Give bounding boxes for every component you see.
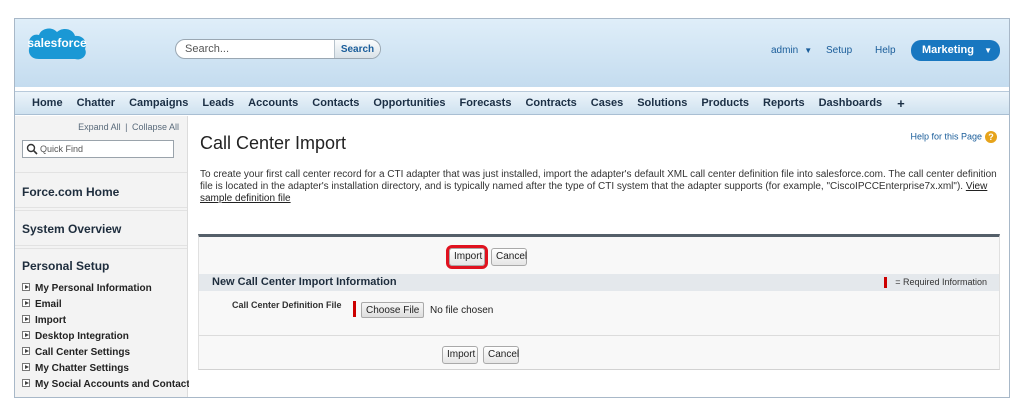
app-window: salesforce Search admin ▼ Setup Help Mark… — [14, 18, 1010, 398]
chevron-down-icon: ▼ — [984, 46, 992, 55]
sidebar-section-personal-setup: Personal Setup My Personal Information E… — [15, 248, 195, 397]
sidebar-item-import[interactable]: Import — [22, 313, 195, 329]
import-button-bottom[interactable]: Import — [442, 346, 478, 364]
logo-text: salesforce — [27, 36, 87, 50]
tab-products[interactable]: Products — [694, 92, 756, 115]
global-search: Search — [175, 39, 381, 59]
page-description: To create your first call center record … — [200, 169, 1000, 205]
required-information-legend: = Required Information — [884, 277, 987, 289]
choose-file-button[interactable]: Choose File — [361, 302, 425, 318]
sidebar-item-label: My Social Accounts and Contacts — [35, 379, 196, 390]
sidebar-item-email[interactable]: Email — [22, 297, 195, 313]
sidebar-item-label: My Chatter Settings — [35, 363, 129, 374]
tab-forecasts[interactable]: Forecasts — [452, 92, 518, 115]
salesforce-logo[interactable]: salesforce — [25, 25, 89, 63]
expand-collapse-links: Expand All | Collapse All — [78, 122, 179, 132]
help-for-this-page-link[interactable]: Help for this Page? — [910, 131, 997, 143]
separator: | — [125, 122, 128, 132]
setup-sidebar: Expand All | Collapse All Force.com Home… — [15, 116, 195, 397]
sidebar-item-call-center-settings[interactable]: Call Center Settings — [22, 345, 195, 361]
app-menu-button[interactable]: Marketing ▼ — [911, 40, 1000, 61]
search-icon — [26, 143, 38, 155]
tab-campaigns[interactable]: Campaigns — [122, 92, 195, 115]
setup-link[interactable]: Setup — [826, 45, 852, 56]
required-marker-icon — [353, 301, 356, 317]
global-header: salesforce Search admin ▼ Setup Help Mark… — [15, 19, 1009, 87]
tab-dashboards[interactable]: Dashboards — [812, 92, 890, 115]
expand-triangle-icon[interactable] — [22, 331, 30, 339]
section-title: New Call Center Import Information — [212, 276, 397, 288]
section-title: Personal Setup — [22, 259, 110, 273]
chevron-down-icon: ▼ — [804, 46, 813, 55]
tab-reports[interactable]: Reports — [756, 92, 812, 115]
app-menu-label: Marketing — [922, 44, 974, 56]
tab-solutions[interactable]: Solutions — [630, 92, 694, 115]
all-tabs-plus-icon[interactable]: + — [889, 92, 913, 115]
expand-triangle-icon[interactable] — [22, 315, 30, 323]
help-question-icon: ? — [985, 131, 997, 143]
tab-chatter[interactable]: Chatter — [70, 92, 123, 115]
tab-list: Home Chatter Campaigns Leads Accounts Co… — [25, 92, 913, 115]
sidebar-item-label: Import — [35, 315, 67, 326]
page-title: Call Center Import — [200, 133, 347, 153]
call-center-file-label: Call Center Definition File — [232, 300, 342, 310]
section-title: System Overview — [22, 222, 122, 236]
user-menu[interactable]: admin ▼ — [771, 45, 812, 56]
sidebar-section-system-overview[interactable]: System Overview — [15, 210, 187, 246]
expand-triangle-icon[interactable] — [22, 347, 30, 355]
expand-all-link[interactable]: Expand All — [78, 122, 121, 132]
expand-triangle-icon[interactable] — [22, 379, 30, 387]
sidebar-section-forcecom-home[interactable]: Force.com Home — [15, 172, 187, 208]
tab-cases[interactable]: Cases — [584, 92, 630, 115]
divider — [199, 335, 999, 336]
help-link-label: Help for this Page — [910, 131, 982, 142]
cancel-button-bottom[interactable]: Cancel — [483, 346, 519, 364]
sidebar-item-my-personal-information[interactable]: My Personal Information — [22, 281, 195, 297]
collapse-all-link[interactable]: Collapse All — [132, 122, 179, 132]
expand-triangle-icon[interactable] — [22, 299, 30, 307]
sidebar-item-my-social-accounts[interactable]: My Social Accounts and Contacts — [22, 377, 195, 393]
expand-triangle-icon[interactable] — [22, 283, 30, 291]
quick-find-input[interactable] — [40, 141, 172, 157]
main-content: Call Center Import Help for this Page? T… — [189, 116, 1009, 397]
required-info-text: = Required Information — [895, 277, 987, 287]
expand-triangle-icon[interactable] — [22, 363, 30, 371]
sidebar-item-label: My Personal Information — [35, 283, 152, 294]
tab-bar: Home Chatter Campaigns Leads Accounts Co… — [15, 91, 1009, 115]
file-status-text: No file chosen — [430, 305, 494, 316]
sidebar-top: Expand All | Collapse All — [15, 116, 187, 168]
search-input[interactable] — [176, 40, 334, 58]
section-header: New Call Center Import Information = Req… — [199, 274, 999, 291]
import-form-panel: Import Cancel New Call Center Import Inf… — [198, 234, 1000, 370]
tab-contacts[interactable]: Contacts — [305, 92, 366, 115]
search-button[interactable]: Search — [334, 40, 380, 58]
sidebar-item-label: Call Center Settings — [35, 347, 131, 358]
help-link[interactable]: Help — [875, 45, 896, 56]
quick-find-box — [22, 140, 174, 158]
tab-leads[interactable]: Leads — [195, 92, 241, 115]
tab-home[interactable]: Home — [25, 92, 70, 115]
sidebar-item-label: Desktop Integration — [35, 331, 129, 342]
tab-accounts[interactable]: Accounts — [241, 92, 305, 115]
description-text: To create your first call center record … — [200, 169, 997, 192]
tab-contracts[interactable]: Contracts — [518, 92, 583, 115]
personal-setup-list: My Personal Information Email Import Des… — [22, 281, 195, 393]
required-marker-icon — [884, 277, 888, 289]
user-menu-label: admin — [771, 45, 799, 56]
tab-opportunities[interactable]: Opportunities — [366, 92, 452, 115]
sidebar-item-my-chatter-settings[interactable]: My Chatter Settings — [22, 361, 195, 377]
sidebar-item-label: Email — [35, 299, 62, 310]
import-button-top[interactable]: Import — [446, 245, 488, 269]
sidebar-item-desktop-integration[interactable]: Desktop Integration — [22, 329, 195, 345]
section-title: Force.com Home — [22, 185, 120, 199]
cancel-button-top[interactable]: Cancel — [491, 248, 527, 266]
